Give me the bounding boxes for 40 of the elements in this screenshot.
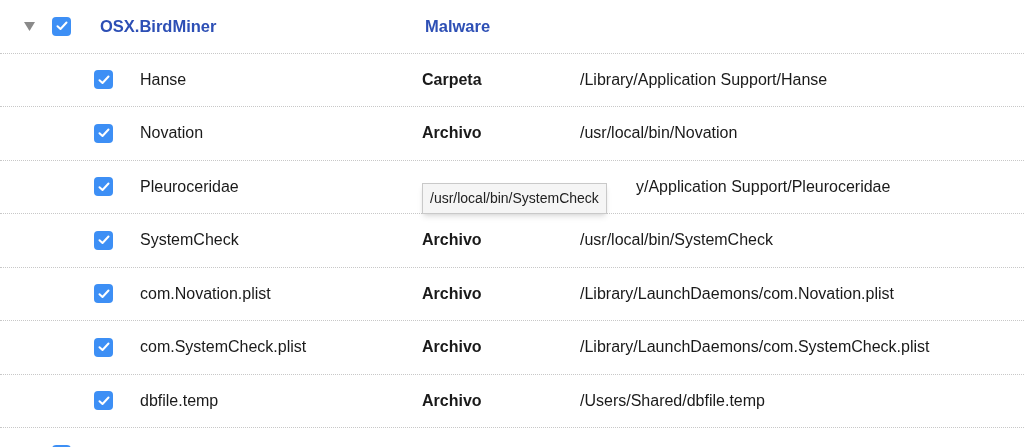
checkbox[interactable]: [52, 16, 71, 36]
item-path: /Library/LaunchDaemons/com.Novation.plist: [580, 283, 894, 304]
threat-name: OSX.BirdMiner: [100, 15, 218, 37]
item-name: com.Novation.plist: [140, 283, 272, 304]
item-path: /Library/Application Support/Hanse: [580, 69, 828, 90]
item-type: Archivo: [422, 390, 483, 411]
checkbox[interactable]: [94, 230, 113, 250]
item-type: Carpeta: [422, 69, 483, 90]
item-name: com.SystemCheck.plist: [140, 337, 308, 358]
checkmark-icon: [97, 128, 110, 139]
item-path: /usr/local/bin/SystemCheck: [580, 230, 773, 251]
item-name: Pleuroceridae: [140, 176, 240, 197]
checkmark-icon: [55, 21, 68, 32]
item-path: y/Application Support/Pleuroceridae: [636, 176, 891, 197]
checkbox[interactable]: [94, 284, 113, 304]
item-path: /Library/LaunchDaemons/com.SystemCheck.plist: [580, 337, 930, 358]
item-name: Hanse: [140, 69, 188, 90]
checkmark-icon: [97, 288, 110, 299]
checkbox[interactable]: [94, 337, 113, 357]
item-type: Archivo: [422, 337, 483, 358]
disclosure-triangle-icon[interactable]: [24, 20, 35, 32]
item-type: Archivo: [422, 230, 483, 251]
item-name: dbfile.temp: [140, 390, 220, 411]
checkmark-icon: [97, 181, 110, 192]
checkbox[interactable]: [94, 70, 113, 90]
checkmark-icon: [97, 342, 110, 353]
threat-type: Malware: [425, 15, 491, 37]
checkbox[interactable]: [94, 391, 113, 411]
checkbox[interactable]: [94, 123, 113, 143]
checkmark-icon: [97, 235, 110, 246]
checkbox[interactable]: [94, 177, 113, 197]
item-path: /usr/local/bin/Novation: [580, 123, 738, 144]
item-name: Novation: [140, 123, 205, 144]
tooltip: /usr/local/bin/SystemCheck: [422, 183, 607, 214]
checkmark-icon: [97, 395, 110, 406]
item-type: Archivo: [422, 283, 483, 304]
checkmark-icon: [97, 74, 110, 85]
item-name: SystemCheck: [140, 230, 240, 251]
item-path: /Users/Shared/dbfile.temp: [580, 390, 765, 411]
item-type: Archivo: [422, 123, 483, 144]
